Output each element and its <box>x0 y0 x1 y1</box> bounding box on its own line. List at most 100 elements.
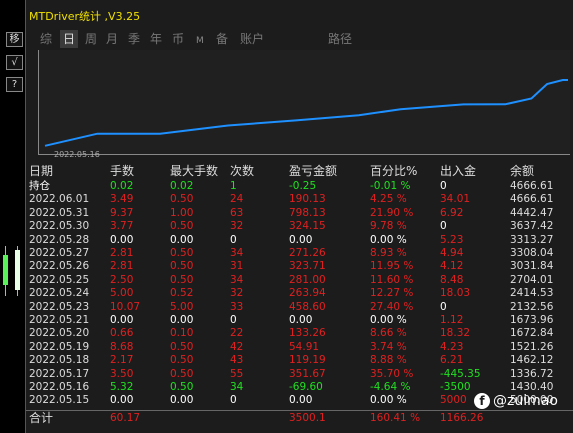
cell-max: 0.50 <box>170 354 194 367</box>
cell-lots: 2.81 <box>110 260 134 273</box>
cell-bal: 3313.27 <box>510 233 554 246</box>
move-button[interactable]: 移 <box>6 32 23 47</box>
col-balance: 余额 <box>510 164 535 178</box>
cell-pnl: -69.60 <box>289 381 323 393</box>
cell-count: 42 <box>230 340 244 353</box>
cell-count: 31 <box>230 260 244 273</box>
table-row: 2022.05.26 2.81 0.50 31 323.71 11.95 % 4.12 303… <box>26 259 573 273</box>
cell-pct: 0.00 % <box>370 394 407 407</box>
cell-lots: 2.81 <box>110 247 134 259</box>
cell-pnl: 190.13 <box>289 193 326 206</box>
cell-count: 1 <box>230 180 237 192</box>
col-max-lots: 最大手数 <box>170 164 219 178</box>
cell-pct: 0.00 % <box>370 314 407 326</box>
cell-io: 34.01 <box>440 193 471 206</box>
cell-pnl: 323.71 <box>289 260 326 273</box>
cell-max: 0.50 <box>170 260 194 273</box>
table-row: 2022.05.23 10.07 5.00 33 458.60 27.40 % 0 2132.… <box>26 300 573 314</box>
tab-summary[interactable]: 综 <box>40 30 52 48</box>
tab-m[interactable]: M <box>196 32 204 50</box>
cell-date: 2022.05.26 <box>29 260 90 273</box>
cell-lots: 8.68 <box>110 340 134 353</box>
cell-max: 0.50 <box>170 340 194 353</box>
help-button[interactable]: ? <box>6 77 23 92</box>
cell-date: 2022.05.18 <box>29 354 90 367</box>
cell-pnl: 133.26 <box>289 327 326 340</box>
table-row: 持仓 0.02 0.02 1 -0.25 -0.01 % 0 4666.61 <box>26 179 573 193</box>
cell-pnl: 458.60 <box>289 300 326 313</box>
cell-bal: 1430.40 <box>510 381 554 393</box>
cell-bal: 1462.12 <box>510 354 554 367</box>
cell-date: 2022.05.20 <box>29 327 90 340</box>
cell-io: 6.92 <box>440 206 464 219</box>
cell-max: 0.02 <box>170 180 194 192</box>
cell-pnl: -0.25 <box>289 180 317 192</box>
tab-quarter[interactable]: 季 <box>128 30 140 48</box>
cell-pct: 3.74 % <box>370 340 407 353</box>
cell-lots: 2.50 <box>110 273 134 286</box>
col-count: 次数 <box>230 164 255 178</box>
table-row: 2022.05.30 3.77 0.50 32 324.15 9.78 % 0 3637.42 <box>26 219 573 233</box>
cell-io: 8.48 <box>440 273 464 286</box>
cell-count: 0 <box>230 233 237 246</box>
cell-bal: 3031.84 <box>510 260 554 273</box>
cell-date: 持仓 <box>29 180 50 192</box>
tab-path[interactable]: 路径 <box>328 30 352 48</box>
cell-lots: 0.00 <box>110 394 134 407</box>
cell-pnl: 324.15 <box>289 220 326 233</box>
cell-pct: 4.25 % <box>370 193 407 206</box>
cell-count: 34 <box>230 381 244 393</box>
cell-bal: 3308.04 <box>510 247 554 259</box>
tab-week[interactable]: 周 <box>85 30 97 48</box>
candle-body <box>15 250 20 290</box>
tab-currency[interactable]: 币 <box>172 30 184 48</box>
tab-notes[interactable]: 备 <box>216 30 228 48</box>
col-deposit: 出入金 <box>440 164 477 178</box>
cell-io: 0 <box>440 300 447 313</box>
cell-pct: 12.27 % <box>370 287 414 300</box>
cell-date: 2022.05.24 <box>29 287 90 300</box>
cell-io: 18.03 <box>440 287 471 300</box>
cell-io: 0 <box>440 220 447 233</box>
cell-lots: 10.07 <box>110 300 141 313</box>
cell-max: 0.50 <box>170 367 194 380</box>
cell-date: 2022.05.31 <box>29 206 90 219</box>
tab-year[interactable]: 年 <box>150 30 162 48</box>
cell-date: 2022.05.28 <box>29 233 90 246</box>
cell-pct: -4.64 % <box>370 381 411 393</box>
cell-pct: 0.00 % <box>370 233 407 246</box>
check-button[interactable]: √ <box>6 55 23 70</box>
tab-month[interactable]: 月 <box>106 30 118 48</box>
cell-lots: 5.00 <box>110 287 134 300</box>
cell-max: 0.00 <box>170 314 194 326</box>
cell-count: 32 <box>230 220 244 233</box>
cell-max: 0.50 <box>170 273 194 286</box>
cell-max: 0.00 <box>170 394 194 407</box>
cell-date: 2022.05.19 <box>29 340 90 353</box>
cell-date: 2022.05.21 <box>29 314 90 326</box>
cell-io: 1.12 <box>440 314 464 326</box>
summary-lots: 60.17 <box>110 411 141 424</box>
col-percent: 百分比% <box>370 164 418 178</box>
table-row: 2022.05.19 8.68 0.50 42 54.91 3.74 % 4.23 1521.… <box>26 340 573 354</box>
cell-date: 2022.05.16 <box>29 381 90 393</box>
tab-account[interactable]: 账户 <box>240 30 264 48</box>
cell-pct: 8.88 % <box>370 354 407 367</box>
cell-pnl: 0.00 <box>289 233 313 246</box>
cell-pnl: 0.00 <box>289 314 313 326</box>
cell-count: 0 <box>230 394 237 407</box>
stats-panel: MTDriver统计 ,V3.25 综 日 周 月 季 年 币 M 备 账户 路… <box>26 0 573 433</box>
cell-io: 0 <box>440 180 447 192</box>
summary-row: 合计 60.17 3500.1 160.41 % 1166.26 <box>26 409 573 425</box>
cell-pnl: 351.67 <box>289 367 326 380</box>
watermark: f @zuimao <box>474 393 558 409</box>
summary-pct: 160.41 % <box>370 411 421 424</box>
col-pnl: 盈亏金额 <box>289 164 338 178</box>
social-icon: f <box>474 393 490 409</box>
cell-bal: 1672.84 <box>510 327 554 340</box>
table-header: 日期 手数 最大手数 次数 盈亏金额 百分比% 出入金 余额 <box>26 164 573 178</box>
tab-day[interactable]: 日 <box>60 30 79 48</box>
candle-body <box>3 255 8 285</box>
table-row: 2022.06.01 3.49 0.50 24 190.13 4.25 % 34.01 466… <box>26 192 573 206</box>
cell-io: -3500 <box>440 381 471 393</box>
